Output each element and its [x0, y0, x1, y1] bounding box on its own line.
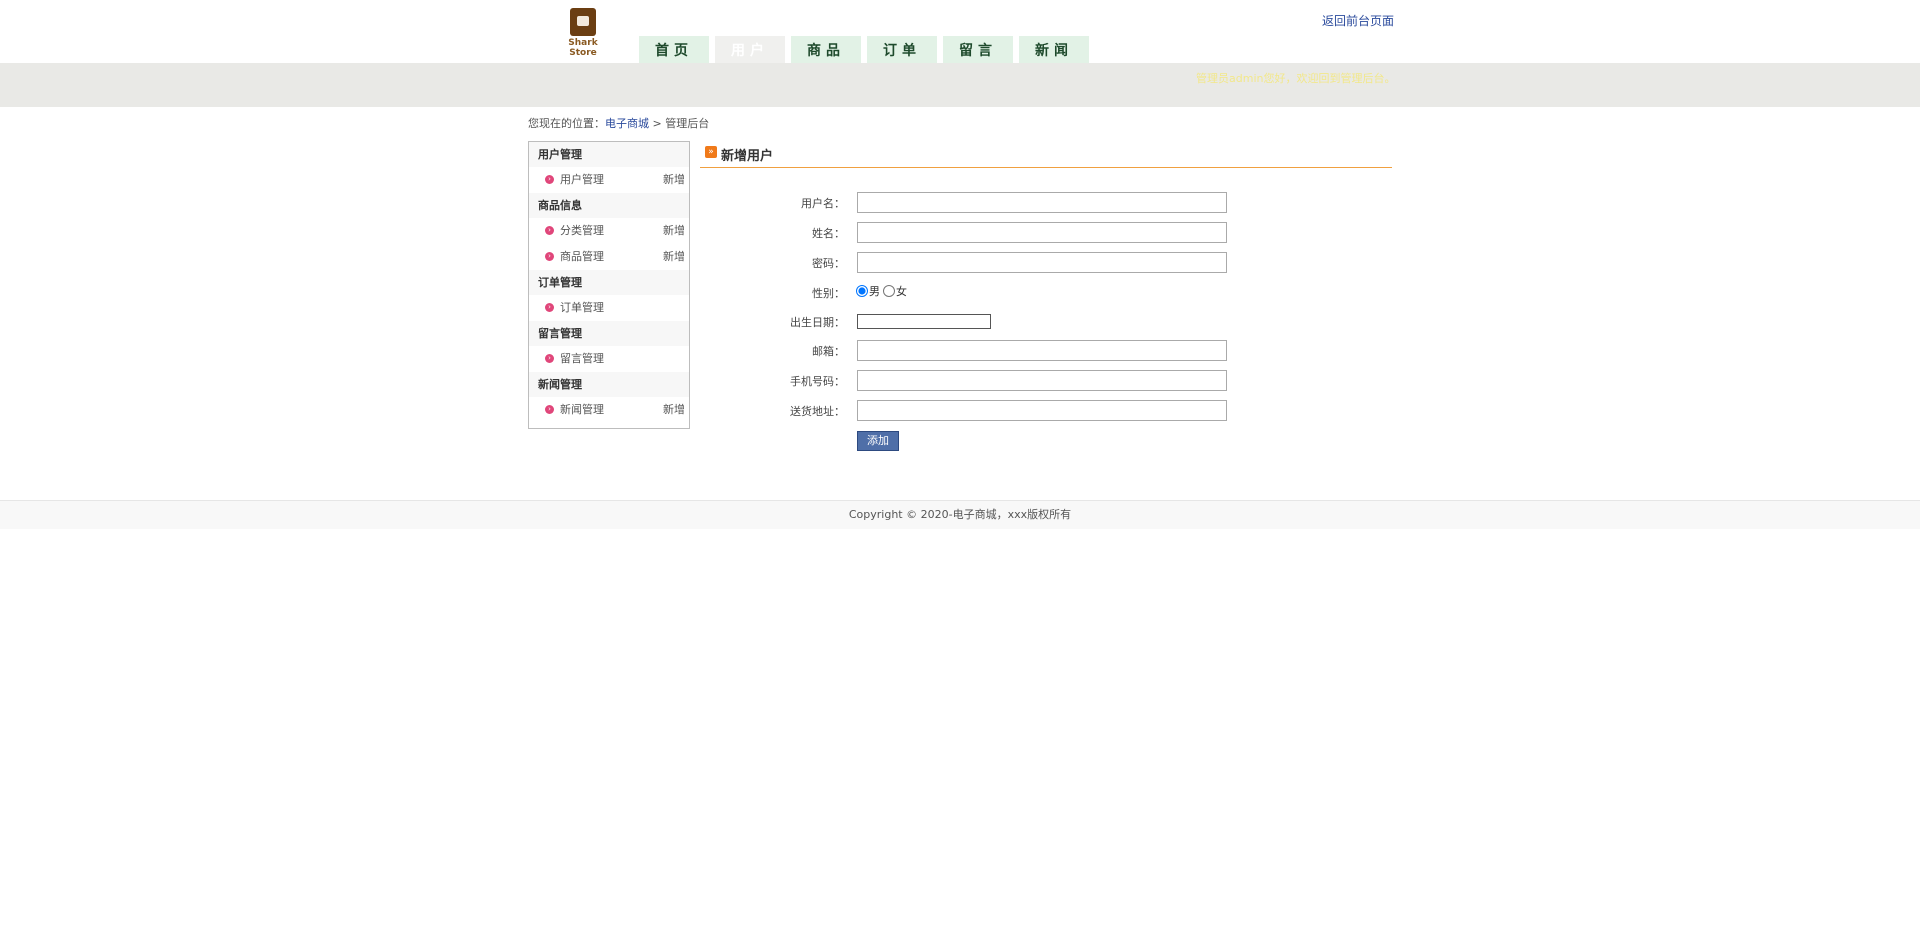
- sidebar-add-news-link[interactable]: 新增: [663, 397, 685, 423]
- bullet-icon: ›: [545, 303, 554, 312]
- nav-tab-products[interactable]: 商品: [791, 36, 861, 63]
- sidebar-section-messages: 留言管理: [529, 321, 689, 346]
- breadcrumb-current: 管理后台: [665, 117, 710, 130]
- address-label: 送货地址：: [790, 405, 845, 418]
- email-label: 邮箱：: [812, 345, 845, 358]
- sidebar-item-product-management[interactable]: › 商品管理 新增: [529, 244, 689, 270]
- sidebar: 用户管理 › 用户管理 新增 商品信息 › 分类管理 新增 › 商品管理 新增 …: [528, 141, 690, 429]
- welcome-message: 管理员admin您好，欢迎回到管理后台。: [1196, 72, 1396, 85]
- password-input[interactable]: [857, 252, 1227, 273]
- sidebar-item-order-management[interactable]: › 订单管理: [529, 295, 689, 321]
- password-label: 密码：: [812, 257, 845, 270]
- name-label: 姓名：: [812, 227, 845, 240]
- gender-radio-group: 男 女: [856, 283, 910, 299]
- birthday-input[interactable]: [857, 314, 991, 329]
- page-title: 新增用户: [721, 149, 774, 164]
- store-logo-icon: [570, 8, 596, 36]
- sidebar-add-user-link[interactable]: 新增: [663, 167, 685, 193]
- breadcrumb-separator: >: [649, 117, 666, 130]
- content-header: » 新增用户: [700, 141, 1392, 168]
- sidebar-section-news: 新闻管理: [529, 372, 689, 397]
- sidebar-add-product-link[interactable]: 新增: [663, 244, 685, 270]
- gender-male-radio[interactable]: [856, 285, 868, 297]
- gender-female-label: 女: [896, 285, 907, 298]
- bullet-icon: ›: [545, 354, 554, 363]
- nav-tab-news[interactable]: 新闻: [1019, 36, 1089, 63]
- sidebar-section-products: 商品信息: [529, 193, 689, 218]
- form-row-phone: 手机号码：: [760, 370, 1300, 392]
- form-row-username: 用户名：: [760, 192, 1300, 214]
- sidebar-item-label[interactable]: 商品管理: [560, 244, 604, 270]
- address-input[interactable]: [857, 400, 1227, 421]
- add-button[interactable]: 添加: [857, 431, 899, 451]
- name-input[interactable]: [857, 222, 1227, 243]
- phone-label: 手机号码：: [790, 375, 845, 388]
- gender-label: 性别：: [812, 287, 845, 300]
- breadcrumb-prefix: 您现在的位置：: [528, 117, 605, 130]
- gender-male-label: 男: [869, 285, 880, 298]
- logo[interactable]: Shark Store: [555, 8, 611, 58]
- nav-tab-users[interactable]: 用户: [715, 36, 785, 63]
- sidebar-section-orders: 订单管理: [529, 270, 689, 295]
- sidebar-add-category-link[interactable]: 新增: [663, 218, 685, 244]
- nav-tab-home[interactable]: 首页: [639, 36, 709, 63]
- main-nav: 首页 用户 商品 订单 留言 新闻: [639, 36, 1095, 64]
- sidebar-section-users: 用户管理: [529, 142, 689, 167]
- arrow-right-icon: »: [705, 146, 717, 158]
- breadcrumb-link-store[interactable]: 电子商城: [605, 117, 649, 130]
- breadcrumb: 您现在的位置：电子商城 > 管理后台: [528, 115, 709, 131]
- username-label: 用户名：: [801, 197, 845, 210]
- phone-input[interactable]: [857, 370, 1227, 391]
- sidebar-item-label[interactable]: 订单管理: [560, 295, 604, 321]
- nav-tab-orders[interactable]: 订单: [867, 36, 937, 63]
- sidebar-item-label[interactable]: 分类管理: [560, 218, 604, 244]
- form-row-password: 密码：: [760, 252, 1300, 274]
- form-row-birthday: 出生日期：: [760, 311, 1300, 333]
- bullet-icon: ›: [545, 226, 554, 235]
- welcome-banner: [0, 63, 1920, 107]
- back-to-frontend-link[interactable]: 返回前台页面: [1322, 12, 1394, 29]
- bullet-icon: ›: [545, 175, 554, 184]
- gender-female-radio[interactable]: [883, 285, 895, 297]
- sidebar-item-news-management[interactable]: › 新闻管理 新增: [529, 397, 689, 423]
- form-row-gender: 性别： 男 女: [760, 282, 1300, 304]
- bullet-icon: ›: [545, 405, 554, 414]
- footer: Copyright © 2020-电子商城，xxx版权所有: [0, 500, 1920, 529]
- username-input[interactable]: [857, 192, 1227, 213]
- nav-tab-messages[interactable]: 留言: [943, 36, 1013, 63]
- bullet-icon: ›: [545, 252, 554, 261]
- sidebar-item-category-management[interactable]: › 分类管理 新增: [529, 218, 689, 244]
- sidebar-item-user-management[interactable]: › 用户管理 新增: [529, 167, 689, 193]
- form-row-address: 送货地址：: [760, 400, 1300, 422]
- copyright-text: Copyright © 2020-电子商城，xxx版权所有: [848, 508, 1072, 521]
- email-input[interactable]: [857, 340, 1227, 361]
- form-row-email: 邮箱：: [760, 340, 1300, 362]
- sidebar-item-label[interactable]: 新闻管理: [560, 397, 604, 423]
- form-row-name: 姓名：: [760, 222, 1300, 244]
- sidebar-item-message-management[interactable]: › 留言管理: [529, 346, 689, 372]
- birthday-label: 出生日期：: [790, 316, 845, 329]
- logo-text: Shark Store: [568, 38, 598, 58]
- sidebar-item-label[interactable]: 留言管理: [560, 346, 604, 372]
- sidebar-item-label[interactable]: 用户管理: [560, 167, 604, 193]
